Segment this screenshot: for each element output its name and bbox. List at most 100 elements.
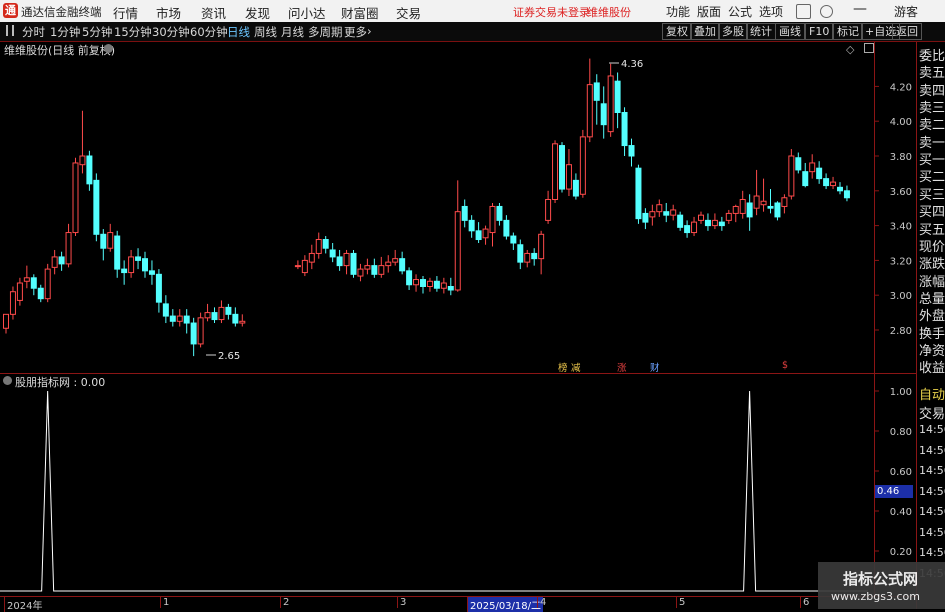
candle-body [642,212,649,223]
candle-body [204,312,211,319]
candle-body [788,155,795,197]
candle-body [93,179,100,235]
candle-body [399,258,406,272]
event-mark-list[interactable]: 榜 [558,360,568,374]
sidebar-label: 卖五 [919,66,945,82]
candle-body [30,277,37,289]
candle-body [600,103,607,126]
candle-body [37,287,44,300]
candle-body [795,157,802,171]
indicator-y-axis: 0.20 0.40 0.60 0.80 1.00 [875,387,912,558]
candle-body [843,190,850,199]
candle-body [538,233,545,260]
candle-body [823,178,830,187]
candle-body [489,205,496,234]
indicator-current-value: 0.46 [875,485,913,498]
candle-body [454,211,461,291]
candle-body [732,205,739,214]
candle-body [579,136,586,195]
price-tick-label: 3.60 [890,187,912,198]
event-mark-limit-up[interactable]: 涨 [617,360,627,374]
candle-body [86,155,93,185]
diamond-icon[interactable]: ◇ [846,43,854,56]
candle-body [503,219,510,237]
sidebar-label: 委比 [919,49,945,64]
candle-body [433,280,440,289]
timeline-label: 3 [397,597,406,608]
candle-body [162,303,169,317]
indicator-tick-label: 1.00 [890,387,912,398]
candle-body [565,164,572,190]
candle-body [197,317,204,345]
event-mark-dividend[interactable]: $ [782,360,788,371]
price-tick-label: 3.80 [890,152,912,163]
candle-body [420,279,426,288]
tick-time: 14:56 [919,546,945,559]
auto-label[interactable]: 自动 [919,384,945,403]
candle-body [225,306,232,315]
indicator-settings-icon[interactable] [3,376,12,385]
main-chart-title: 维维股份(日线 前复权) [4,44,116,57]
candle-body [107,232,114,249]
sidebar-label: 卖四 [919,83,945,99]
candle-body [767,205,774,209]
maximize-pane-icon[interactable] [864,43,874,53]
timeline-label: 4 [537,597,546,608]
sidebar-label: 买三 [919,187,945,203]
candle-body [169,315,176,322]
candle-body [190,322,197,345]
event-mark-reduce[interactable]: 减 [571,360,581,374]
candle-body [357,268,364,277]
indicator-line [0,390,868,592]
candle-body [9,291,16,315]
event-mark-finance[interactable]: 财 [650,360,660,374]
candle-body [739,199,746,214]
candle-body [44,268,51,300]
candle-body [524,252,531,263]
candle-body [572,179,579,197]
sidebar-label: 涨跌 [919,257,945,273]
sidebar-label: 总量 [919,291,945,307]
candle-body [447,286,454,291]
candle-body [816,167,823,180]
candle-body [614,80,621,113]
candle-body [656,204,663,213]
candle-body [294,265,301,268]
candle-body [691,221,698,234]
candle-body [809,162,816,173]
candle-body [482,228,489,239]
candle-body [322,239,329,249]
candle-body [704,219,711,227]
price-tick-label: 3.40 [890,222,912,233]
chart-settings-icon[interactable] [104,44,113,53]
candle-body [670,209,677,216]
candle-body [628,145,635,157]
candle-body [378,265,385,275]
sidebar-label: 收益 [919,361,945,377]
indicator-tick-label: 0.60 [890,467,912,478]
candle-body [830,181,837,187]
candlestick-series [3,58,850,357]
candle-body [142,258,148,272]
candle-body [718,221,725,227]
watermark-url: www.zbgs3.com [831,590,920,603]
candle-body [468,219,475,232]
candle-body [51,256,58,268]
timeline-label: 2024年 [4,597,42,612]
candle-body [760,200,767,206]
candle-body [753,195,760,209]
sidebar-label: 现价 [919,239,945,255]
sidebar-label: 卖二 [919,118,945,134]
candle-body [176,315,183,322]
candle-body [510,235,517,244]
candle-body [100,233,107,249]
timeline-label: 6 [800,597,809,608]
tick-time: 14:56 [919,464,945,477]
charts-canvas: 2.80 3.00 3.20 3.40 3.60 3.80 4.00 4.20 0.20 0.4… [0,42,917,609]
candle-body [183,315,190,324]
sidebar-label: 买一 [919,153,945,169]
candle-body [232,313,239,324]
candle-body [746,202,753,218]
trade-label[interactable]: 交易 [919,403,945,422]
candle-body [239,320,246,324]
